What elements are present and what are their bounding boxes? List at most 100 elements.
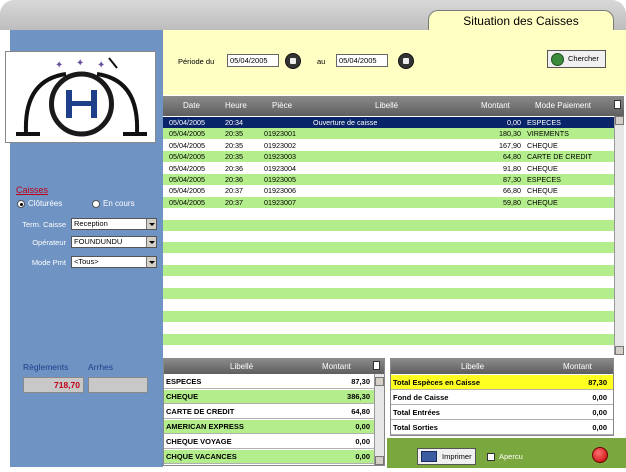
table-row[interactable]: 05/04/2005 20:34 Ouverture de caisse 0,00 ES…	[163, 117, 614, 128]
window-title: Situation des Caisses	[428, 10, 614, 32]
radio-open-dot[interactable]	[92, 199, 100, 208]
search-button[interactable]: Chercher	[547, 50, 606, 68]
cell-heure: 20:35	[225, 129, 243, 139]
table-row[interactable]	[163, 208, 614, 220]
totals-montant: 0,00	[592, 408, 607, 417]
col-date[interactable]: Date	[183, 101, 200, 110]
chevron-down-icon[interactable]	[146, 237, 156, 247]
radio-closed-dot[interactable]	[17, 199, 25, 208]
exit-icon[interactable]	[592, 447, 608, 463]
table-row[interactable]	[163, 265, 614, 277]
table-row[interactable]	[163, 253, 614, 265]
term-caisse-label: Term. Caisse	[22, 220, 66, 229]
table-row[interactable]: 05/04/2005 20:36 01923004 91,80 CHEQUE	[163, 162, 614, 174]
chevron-down-icon[interactable]	[146, 257, 156, 267]
summary-row[interactable]: ESPECES 87,30	[164, 375, 374, 389]
table-row[interactable]	[163, 299, 614, 311]
totals-col-montant: Montant	[563, 362, 592, 371]
cell-heure: 20:37	[225, 197, 243, 207]
summary-row[interactable]: CHQUE VACANCES 0,00	[164, 450, 374, 464]
period-from-input[interactable]: 05/04/2005	[227, 54, 279, 67]
mode-pmt-select[interactable]: <Tous>	[71, 256, 157, 268]
cell-mode: ESPECES	[527, 118, 561, 127]
cell-date: 05/04/2005	[169, 197, 205, 207]
period-to-input[interactable]: 05/04/2005	[336, 54, 388, 67]
scroll-down-icon[interactable]	[615, 346, 624, 355]
scroll-up-icon[interactable]	[615, 116, 624, 125]
table-row[interactable]	[163, 322, 614, 334]
table-row[interactable]	[163, 276, 614, 288]
cell-date: 05/04/2005	[169, 186, 205, 196]
summary-row[interactable]: CHEQUE 386,30	[164, 390, 374, 404]
table-row[interactable]: 05/04/2005 20:35 01923002 167,90 CHEQUE	[163, 139, 614, 151]
totals-libelle: Total Entrées	[393, 408, 440, 417]
table-row[interactable]: 05/04/2005 20:36 01923005 87,30 ESPECES	[163, 174, 614, 185]
table-row[interactable]	[163, 333, 614, 345]
cell-mode: CHEQUE	[527, 197, 558, 207]
calendar-icon[interactable]	[285, 53, 301, 69]
radio-closed[interactable]: Clôturées	[17, 199, 62, 208]
summary-libelle: CHQUE VACANCES	[166, 452, 237, 461]
cell-montant: 64,80	[503, 152, 521, 162]
summary-libelle: AMERICAN EXPRESS	[166, 422, 244, 431]
cell-heure: 20:35	[225, 152, 243, 162]
grid-scrollbar[interactable]	[614, 116, 624, 355]
export-icon[interactable]	[373, 361, 380, 370]
cell-piece: 01923004	[264, 163, 296, 173]
table-row[interactable]: 05/04/2005 20:35 01923003 64,80 CARTE DE CRE…	[163, 151, 614, 163]
summary-libelle: CARTE DE CREDIT	[166, 407, 235, 416]
cell-date: 05/04/2005	[169, 152, 205, 162]
cell-date: 05/04/2005	[169, 140, 205, 150]
totals-table: Libelle Montant Total Espèces en Caisse 8…	[390, 358, 614, 436]
cell-montant: 91,80	[503, 163, 521, 173]
col-montant[interactable]: Montant	[481, 101, 510, 110]
calendar-icon[interactable]	[398, 53, 414, 69]
scroll-down-icon[interactable]	[375, 456, 384, 465]
mode-pmt-label: Mode Pmt	[31, 258, 66, 267]
table-row[interactable]	[163, 231, 614, 242]
table-row[interactable]	[163, 310, 614, 322]
summary-col-montant: Montant	[322, 362, 351, 371]
summary-row[interactable]: AMERICAN EXPRESS 0,00	[164, 420, 374, 434]
export-icon[interactable]	[614, 100, 621, 109]
arrhes-value	[88, 377, 148, 393]
cell-date: 05/04/2005	[169, 129, 205, 139]
cell-piece: 01923006	[264, 186, 296, 196]
scroll-up-icon[interactable]	[375, 377, 384, 386]
cell-montant: 59,80	[503, 197, 521, 207]
cell-libelle: Ouverture de caisse	[313, 118, 378, 127]
summary-scrollbar[interactable]	[374, 374, 384, 465]
radio-open[interactable]: En cours	[92, 199, 135, 208]
summary-montant: 386,30	[347, 392, 370, 401]
col-piece[interactable]: Pièce	[272, 101, 292, 110]
term-caisse-select[interactable]: Reception	[71, 218, 157, 230]
print-button[interactable]: Imprimer	[417, 448, 476, 465]
table-row[interactable]	[163, 345, 614, 356]
totals-col-libelle: Libelle	[461, 362, 485, 371]
chevron-down-icon[interactable]	[146, 219, 156, 229]
table-row[interactable]: 05/04/2005 20:37 01923007 59,80 CHEQUE	[163, 196, 614, 208]
totals-libelle: Total Sorties	[393, 423, 438, 432]
cell-montant: 167,90	[499, 140, 521, 150]
table-row[interactable]	[163, 288, 614, 299]
preview-checkbox-box[interactable]	[487, 452, 495, 461]
summary-row[interactable]: CARTE DE CREDIT 64,80	[164, 405, 374, 419]
preview-checkbox[interactable]: Apercu	[487, 452, 523, 461]
cell-montant: 87,30	[503, 175, 521, 184]
summary-row[interactable]: CHEQUE VOYAGE 0,00	[164, 435, 374, 449]
totals-libelle: Fond de Caisse	[393, 393, 449, 402]
cell-heure: 20:36	[225, 175, 243, 184]
situation-caisses-window: Situation des Caisses ✦ ✦ ✦ Caisses Clôt…	[0, 0, 626, 472]
table-row[interactable]: 05/04/2005 20:37 01923006 66,80 CHEQUE	[163, 185, 614, 197]
col-libelle[interactable]: Libellé	[375, 101, 398, 110]
col-heure[interactable]: Heure	[225, 101, 247, 110]
col-mode-paiement[interactable]: Mode Paiement	[535, 101, 591, 110]
totals-row: Total Espèces en Caisse 87,30	[391, 375, 613, 390]
operateur-label: Opérateur	[32, 238, 66, 247]
table-row[interactable]	[163, 242, 614, 254]
cell-heure: 20:37	[225, 186, 243, 196]
totals-row: Total Entrées 0,00	[391, 405, 613, 420]
table-row[interactable]: 05/04/2005 20:35 01923001 180,30 VIREMENTS	[163, 128, 614, 140]
operateur-select[interactable]: FOUNDUNDU	[71, 236, 157, 248]
table-row[interactable]	[163, 219, 614, 231]
